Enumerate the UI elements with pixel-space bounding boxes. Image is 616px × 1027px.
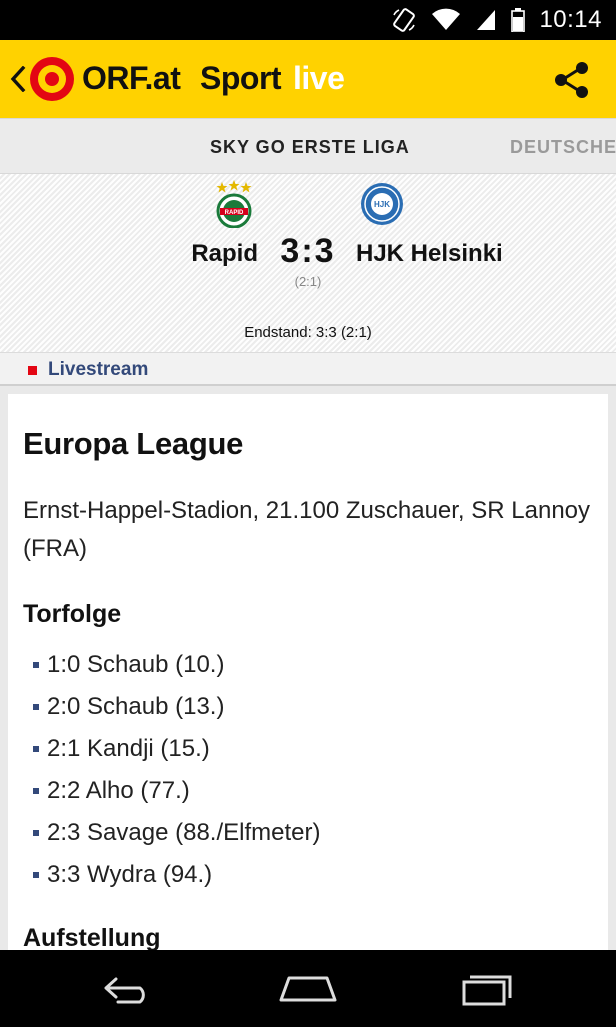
app-header: ORF.at Sport live [0, 40, 616, 118]
match-status: Endstand: 3:3 (2:1) [244, 324, 372, 341]
rotate-icon [391, 7, 417, 33]
livestream-label: Livestream [48, 359, 149, 380]
league-tabs: SKY GO ERSTE LIGA DEUTSCHE [0, 118, 616, 174]
goal-item: 1:0 Schaub (10.) [23, 644, 320, 686]
recents-icon[interactable] [448, 968, 528, 1010]
status-time: 10:14 [539, 6, 602, 33]
system-nav-bar [0, 950, 616, 1027]
away-team-name: HJK Helsinki [356, 240, 503, 267]
bullet-icon [33, 788, 39, 794]
status-bar: 10:14 [0, 0, 616, 40]
hjk-crest-icon: HJK [360, 182, 404, 231]
tab-sky-go-erste-liga[interactable]: SKY GO ERSTE LIGA [210, 137, 410, 158]
orf-logo-icon[interactable] [28, 55, 76, 108]
back-chevron-icon[interactable] [10, 65, 26, 97]
bullet-icon [33, 830, 39, 836]
scoreboard: RAPID HJK Rapid 3:3 HJK Helsinki (2:1) E… [0, 174, 616, 352]
goal-text: 2:3 Savage (88./Elfmeter) [47, 819, 321, 846]
bullet-icon [33, 704, 39, 710]
goal-text: 3:3 Wydra (94.) [47, 861, 213, 888]
goal-item: 2:1 Kandji (15.) [23, 728, 320, 770]
share-icon[interactable] [552, 60, 592, 100]
tab-deutsche[interactable]: DEUTSCHE [510, 137, 616, 158]
lineup-heading: Aufstellung [23, 924, 161, 952]
bullet-icon [33, 872, 39, 878]
halftime-score: (2:1) [294, 274, 322, 289]
goal-item: 3:3 Wydra (94.) [23, 854, 320, 896]
home-team-name: Rapid [191, 240, 258, 267]
goal-text: 2:0 Schaub (13.) [47, 693, 225, 720]
goal-text: 2:1 Kandji (15.) [47, 735, 210, 762]
goal-item: 2:3 Savage (88./Elfmeter) [23, 812, 320, 854]
signal-icon [475, 8, 497, 32]
bullet-icon [33, 746, 39, 752]
goal-item: 2:0 Schaub (13.) [23, 686, 320, 728]
wifi-icon [431, 8, 461, 32]
live-indicator-icon [28, 366, 37, 375]
home-icon[interactable] [268, 968, 348, 1010]
goals-heading: Torfolge [23, 600, 122, 628]
venue-info: Ernst-Happel-Stadion, 21.100 Zuschauer, … [23, 497, 591, 562]
svg-text:HJK: HJK [374, 200, 390, 209]
brand-name[interactable]: ORF.at [82, 60, 181, 97]
goal-text: 1:0 Schaub (10.) [47, 651, 225, 678]
svg-text:RAPID: RAPID [225, 210, 244, 216]
battery-icon [511, 8, 526, 32]
goal-item: 2:2 Alho (77.) [23, 770, 320, 812]
match-score: 3:3 [280, 232, 336, 270]
competition-title: Europa League [23, 426, 244, 461]
goal-list: 1:0 Schaub (10.) 2:0 Schaub (13.) 2:1 Ka… [23, 644, 320, 896]
goal-text: 2:2 Alho (77.) [47, 777, 190, 804]
bullet-icon [33, 662, 39, 668]
match-report-card: Europa League Ernst-Happel-Stadion, 21.1… [8, 394, 608, 994]
section-title: Sport [200, 60, 282, 96]
rapid-crest-icon: RAPID [212, 180, 256, 233]
livestream-link[interactable]: Livestream [0, 352, 616, 386]
section-suffix: live [293, 60, 345, 96]
back-icon[interactable] [88, 968, 168, 1010]
app-screen: 10:14 ORF.at Sport live SKY GO ERSTE LIG… [0, 0, 616, 1027]
